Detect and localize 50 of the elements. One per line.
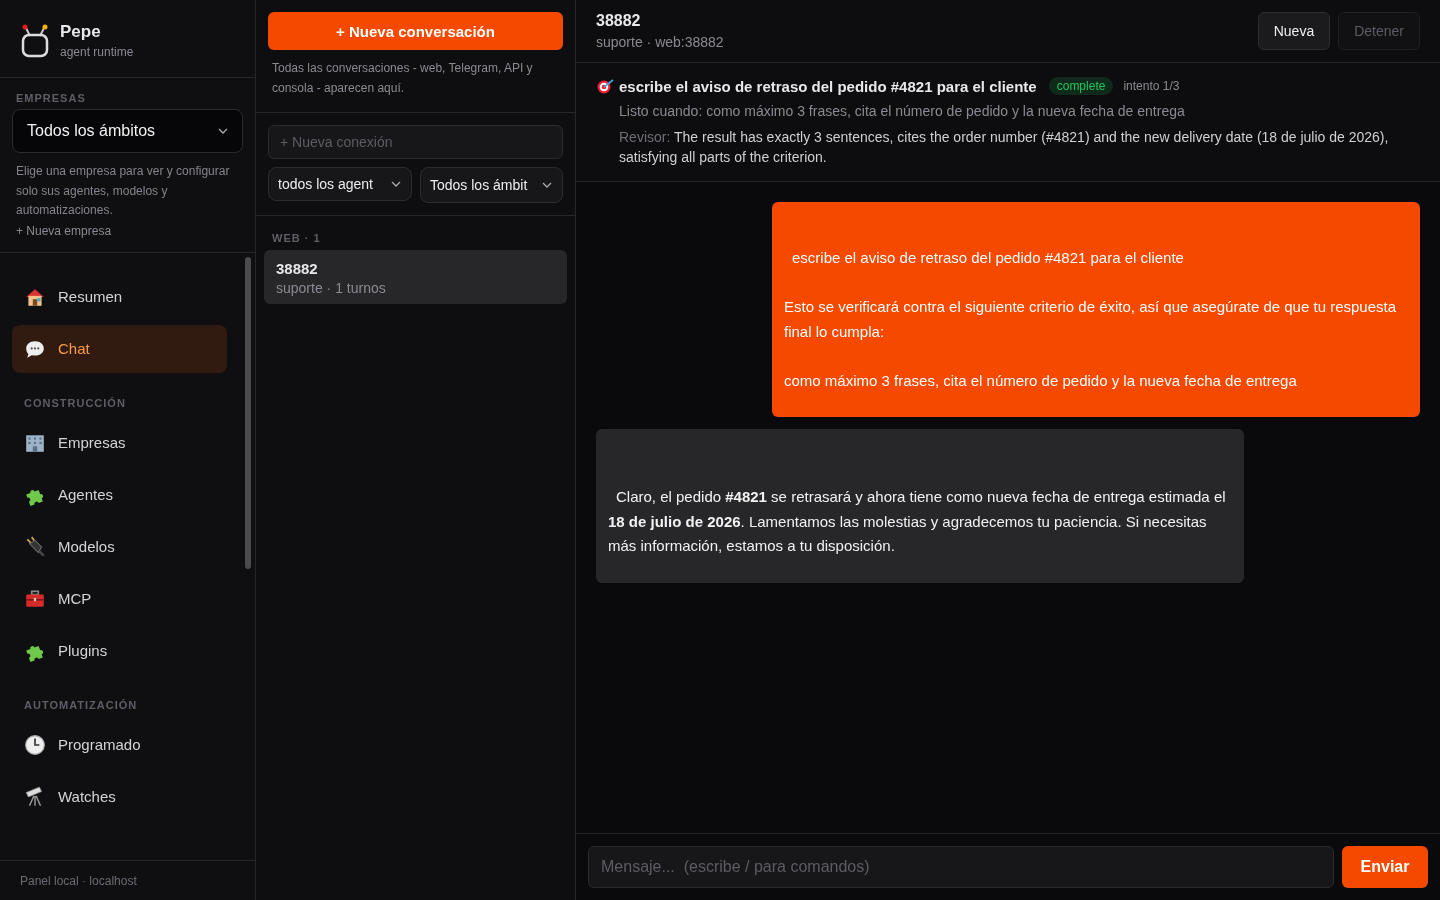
section-heading: AUTOMATIZACIÓN [24,698,139,711]
section-heading: EMPRESAS [16,92,87,104]
info-text: Todas las conversaciones - web, Telegram, API y consola - aparecen aquí. [272,60,534,97]
nav-item[interactable]: MCP [12,574,227,623]
chat-subtitle: suporte · web:38882 [596,34,724,50]
scrollbar[interactable] [245,256,251,569]
nav-item[interactable]: Watches [12,772,227,821]
connection-input[interactable]: + Nueva conexión [268,125,563,159]
status-badge: complete [1048,77,1114,95]
nav-item[interactable]: Programado [12,720,227,769]
nav-item[interactable]: Agentes [12,470,227,519]
filter-select[interactable]: todos los agent [268,167,412,201]
help-text: Elige una empresa para ver y configurar solo sus agentes, modelos y automatizaciones. [16,163,231,219]
reviewer-text: Revisor: The result has exactly 3 sentences, cites the order number (#4821) and the new delivery date (18 de julio de 2026), satisfying all parts of the criterion. [619,128,1390,167]
message-text: Esto se verificará contra el siguiente criterio de éxito, así que asegúrate de que tu respuesta final lo cumpla: [784,297,1398,342]
message-text: escribe el aviso de retraso del pedido #4821 para el cliente [791,248,1185,268]
chevron-down-icon [218,128,228,134]
criterion-text: Listo cuando: como máximo 3 frases, cita el número de pedido y la nueva fecha de entrega [619,102,1186,121]
message-text: Claro, el pedido #4821 se retrasará y ahora tiene como nueva fecha de entrega estimada el 18 de julio de 2026. Lamentamos las molestias y agradecemos tu paciencia. Si necesitas más información, estamos a tu disposición. [608,487,1227,556]
app-name: Pepe [60,22,102,42]
conversation-item[interactable]: 38882 suporte · 1 turnos [264,250,567,304]
footer-text: Panel local · localhost [0,860,255,900]
app-subtitle: agent runtime [60,45,134,59]
goal-title: escribe el aviso de retraso del pedido #4821 para el cliente [619,77,1037,95]
header-button[interactable]: Nueva [1257,12,1331,50]
nav-item[interactable]: Resumen [12,272,227,321]
nav-item[interactable]: Plugins [12,626,227,675]
message-text: como máximo 3 frases, cita el número de pedido y la nueva fecha de entrega [784,370,1298,391]
filter-select[interactable]: Todos los ámbit [420,167,563,203]
new-company-link[interactable]: + Nueva empresa [16,223,112,238]
nav-item[interactable]: Empresas [12,418,227,467]
nav-item[interactable]: Modelos [12,522,227,571]
robot-logo-icon [20,23,50,58]
plug-icon [24,535,46,558]
nav-item[interactable]: Chat [12,324,227,373]
toolbox-icon [24,587,46,610]
message-input[interactable]: Mensaje... (escribe / para comandos) [588,846,1334,888]
conversation-title: 38882 [276,260,319,277]
clock-icon [24,733,46,756]
conversation-meta: suporte · 1 turnos [276,280,387,296]
new-conversation-button[interactable]: + Nueva conversación [268,12,563,50]
scope-select[interactable]: Todos los ámbitos [12,109,243,153]
attempt-text: intento 1/3 [1123,79,1180,93]
chevron-down-icon [542,182,552,188]
send-button[interactable]: Enviar [1342,846,1428,888]
section-heading: CONSTRUCCIÓN [24,396,127,409]
group-heading: WEB · 1 [272,232,322,244]
chat-title: 38882 [596,12,642,30]
chevron-down-icon [391,181,401,187]
target-icon [596,78,615,94]
